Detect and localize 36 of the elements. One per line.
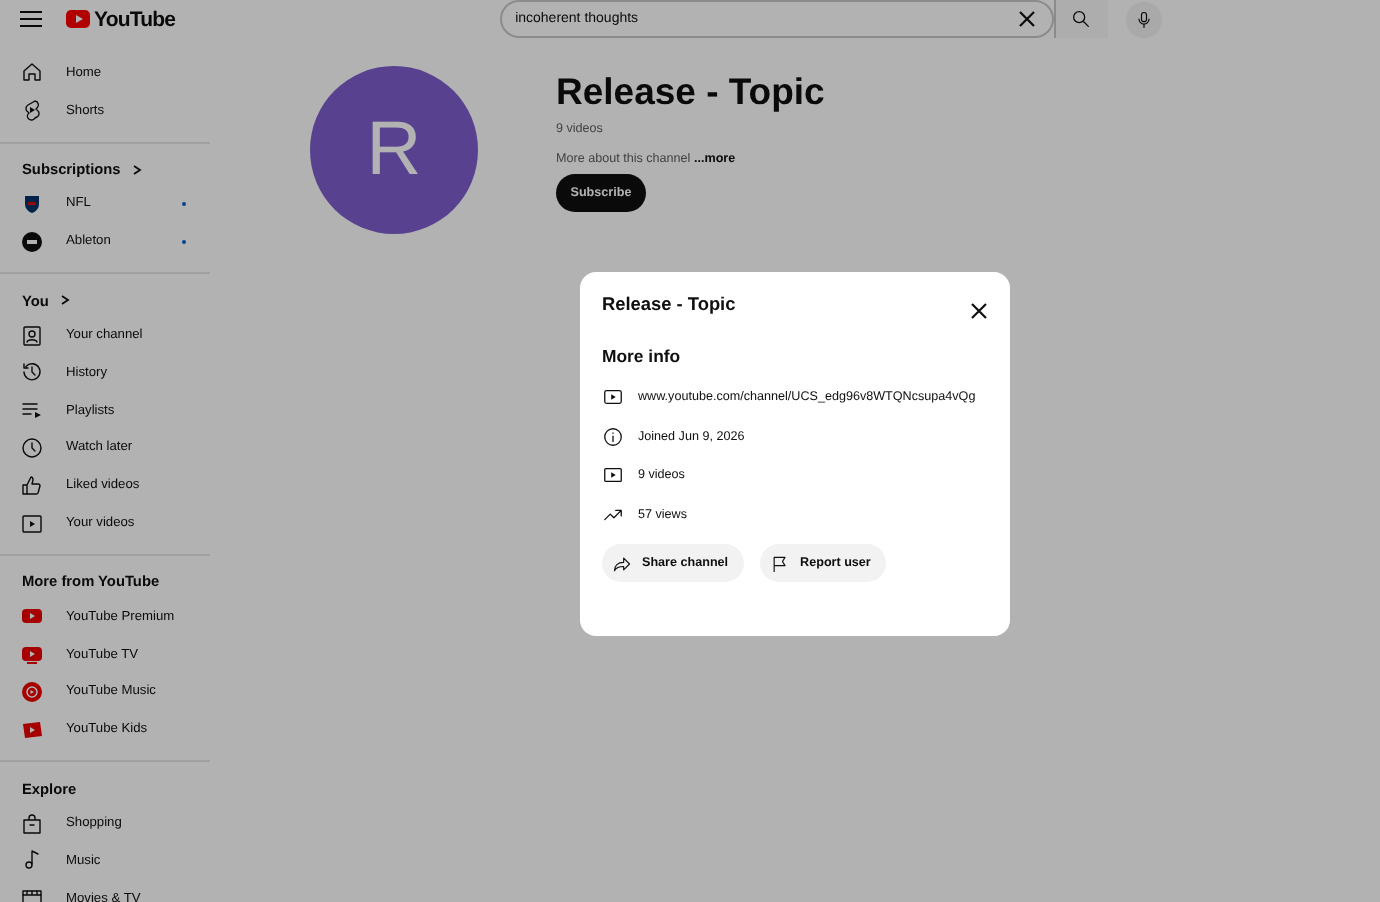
- channel-avatar: R: [310, 66, 478, 234]
- tv-logo-icon: [20, 642, 44, 667]
- video-icon: [20, 511, 44, 536]
- search-icon: [1070, 8, 1093, 30]
- search-button[interactable]: [1053, 0, 1108, 38]
- shopping-bag-icon: [20, 811, 44, 836]
- music-note-icon: [20, 848, 44, 873]
- person-card-icon: [20, 323, 44, 348]
- play-logo-icon: [66, 10, 90, 28]
- menu-icon: [20, 10, 42, 28]
- home-icon: [20, 60, 44, 85]
- video-icon: [602, 386, 624, 409]
- music-logo-icon: [20, 679, 44, 704]
- microphone-button[interactable]: [1125, 1, 1162, 37]
- clock-icon: [20, 435, 44, 460]
- logo-wordmark[interactable]: YouTube: [94, 7, 176, 31]
- share-arrow-icon: [612, 553, 632, 574]
- dialog-title: Release - Topic: [602, 294, 736, 314]
- chevron-right-icon: [130, 163, 143, 176]
- thumbs-up-icon: [20, 473, 44, 498]
- round-logo-icon: [20, 229, 44, 254]
- microphone-icon: [1133, 9, 1154, 29]
- section-heading: More info: [602, 346, 683, 366]
- channel-name: Release - Topic: [556, 70, 825, 114]
- close-icon: [970, 301, 988, 319]
- chevron-right-icon: [58, 294, 71, 307]
- history-icon: [20, 360, 44, 385]
- flag-icon: [770, 553, 791, 574]
- kids-logo-icon: [20, 717, 44, 742]
- playlist-icon: [20, 398, 44, 423]
- shield-logo-icon: [20, 191, 44, 216]
- shorts-icon: [20, 98, 44, 123]
- info-icon: [602, 425, 624, 448]
- play-logo-icon: [20, 604, 44, 629]
- video-icon: [602, 464, 624, 487]
- close-icon: [1017, 10, 1036, 28]
